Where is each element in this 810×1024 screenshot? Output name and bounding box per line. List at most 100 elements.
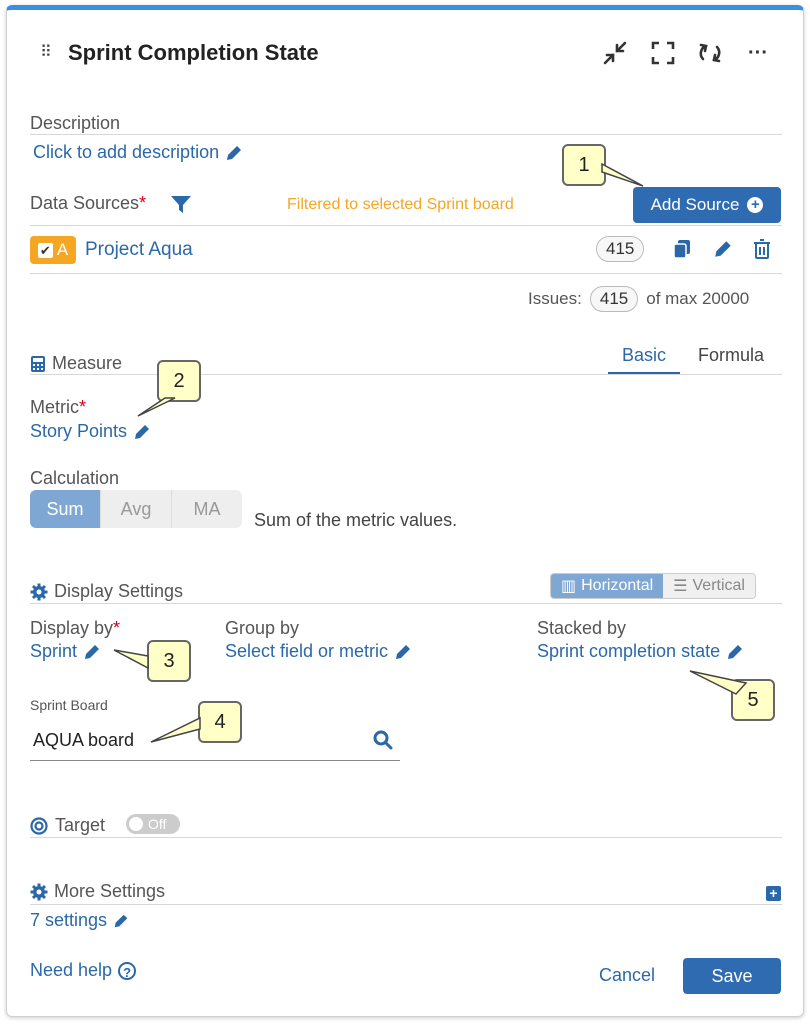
source-badge[interactable]: ✔ A: [30, 236, 76, 264]
toggle-state: Off: [148, 816, 167, 832]
display-settings-label: Display Settings: [54, 581, 184, 601]
callout-2: 2: [157, 360, 201, 402]
cancel-button[interactable]: Cancel: [599, 965, 655, 986]
divider: [30, 904, 782, 905]
measure-header: Measure: [30, 353, 122, 374]
target-header: Target: [30, 815, 105, 836]
sprint-board-label: Sprint Board: [30, 697, 108, 713]
bar-chart-icon: ▥: [561, 578, 577, 595]
pencil-icon: [396, 645, 411, 660]
orientation-vertical-label: Vertical: [692, 577, 745, 594]
stacked-by-label: Stacked by: [537, 618, 627, 638]
calc-option-ma[interactable]: MA: [171, 490, 242, 528]
search-icon[interactable]: [373, 730, 393, 750]
plus-circle-icon: +: [747, 197, 764, 213]
gear-icon: [30, 583, 48, 600]
description-label: Description: [30, 113, 121, 133]
add-source-button[interactable]: Add Source +: [633, 187, 781, 223]
source-badge-letter: A: [56, 240, 69, 259]
calculator-icon: [31, 355, 45, 372]
expand-plus-icon[interactable]: +: [766, 886, 781, 901]
metric-label: Metric*: [30, 397, 86, 418]
more-settings-label: More Settings: [54, 881, 166, 901]
add-description-link[interactable]: Click to add description: [33, 142, 244, 163]
sprint-board-value: AQUA board: [33, 730, 135, 750]
issues-suffix: of max 20000: [646, 289, 750, 308]
pencil-icon: [728, 645, 743, 660]
tab-basic[interactable]: Basic: [608, 345, 680, 375]
pencil-icon: [135, 425, 150, 440]
target-label: Target: [55, 815, 106, 835]
orientation-toggle: ▥ Horizontal ☰ Vertical: [550, 573, 756, 599]
pencil-icon: [227, 146, 242, 161]
calculation-label: Calculation: [30, 468, 120, 488]
help-icon: ?: [118, 961, 137, 980]
callout-5: 5: [731, 679, 775, 721]
group-by-link[interactable]: Select field or metric: [225, 641, 413, 662]
more-options-icon[interactable]: ···: [743, 36, 773, 70]
callout-3: 3: [147, 640, 191, 682]
filter-icon[interactable]: [170, 195, 192, 220]
filter-note: Filtered to selected Sprint board: [287, 196, 514, 213]
copy-icon[interactable]: [671, 238, 693, 265]
data-sources-text: Data Sources: [30, 193, 140, 213]
required-mark: *: [113, 618, 121, 638]
divider: [30, 603, 782, 604]
add-source-label: Add Source: [650, 195, 740, 214]
display-by-link[interactable]: Sprint: [30, 641, 102, 662]
divider: [30, 374, 782, 375]
tab-formula[interactable]: Formula: [680, 345, 782, 375]
callout-4: 4: [198, 701, 242, 743]
display-by-label: Display by*: [30, 618, 120, 639]
calculation-description: Sum of the metric values.: [254, 510, 458, 530]
pencil-icon: [114, 914, 128, 928]
edit-source-icon[interactable]: [712, 238, 734, 265]
issues-summary: Issues: 415 of max 20000: [528, 286, 749, 312]
orientation-horizontal-label: Horizontal: [581, 577, 654, 594]
source-count-badge: 415: [596, 236, 645, 262]
more-settings-value: 7 settings: [30, 910, 108, 930]
display-by-text: Display by: [30, 618, 114, 638]
divider: [30, 134, 782, 135]
group-by-value: Select field or metric: [225, 641, 389, 661]
source-name-link[interactable]: Project Aqua: [85, 239, 193, 261]
issues-label: Issues:: [528, 289, 582, 308]
target-toggle[interactable]: Off: [126, 814, 180, 834]
target-icon: [30, 816, 48, 835]
need-help-text: Need help: [30, 960, 113, 980]
calc-option-avg[interactable]: Avg: [100, 490, 171, 528]
callout-1: 1: [562, 144, 606, 186]
delete-icon[interactable]: [752, 238, 772, 265]
more-settings-header: More Settings: [30, 881, 165, 902]
need-help-link[interactable]: Need help ?: [30, 960, 137, 981]
divider: [30, 273, 782, 274]
issues-count-badge: 415: [589, 286, 639, 312]
required-mark: *: [139, 193, 147, 213]
save-button[interactable]: Save: [683, 958, 781, 994]
metric-link[interactable]: Story Points: [30, 421, 152, 442]
required-mark: *: [79, 397, 87, 417]
calc-option-sum[interactable]: Sum: [30, 490, 100, 528]
refresh-icon[interactable]: [695, 36, 725, 70]
stacked-by-link[interactable]: Sprint completion state: [537, 641, 745, 662]
display-settings-header: Display Settings: [30, 581, 183, 602]
metric-label-text: Metric: [30, 397, 79, 417]
stacked-by-value: Sprint completion state: [537, 641, 721, 661]
orientation-horizontal[interactable]: ▥ Horizontal: [551, 574, 664, 598]
orientation-vertical[interactable]: ☰ Vertical: [663, 574, 755, 598]
divider: [30, 225, 782, 226]
data-sources-label: Data Sources*: [30, 193, 146, 214]
gear-icon: [30, 883, 48, 900]
drag-handle-icon[interactable]: ⠿: [40, 42, 52, 62]
group-by-label: Group by: [225, 618, 300, 638]
metric-value: Story Points: [30, 421, 128, 441]
add-description-text: Click to add description: [33, 142, 220, 162]
toggle-knob: [129, 817, 143, 831]
checkbox-icon[interactable]: ✔: [37, 242, 53, 258]
measure-tabs: Basic Formula: [608, 345, 782, 375]
calculation-selector: Sum Avg MA: [30, 490, 242, 528]
more-settings-link[interactable]: 7 settings: [30, 910, 130, 931]
collapse-icon[interactable]: [600, 36, 630, 70]
fullscreen-icon[interactable]: [648, 36, 678, 70]
pencil-icon: [85, 645, 100, 660]
